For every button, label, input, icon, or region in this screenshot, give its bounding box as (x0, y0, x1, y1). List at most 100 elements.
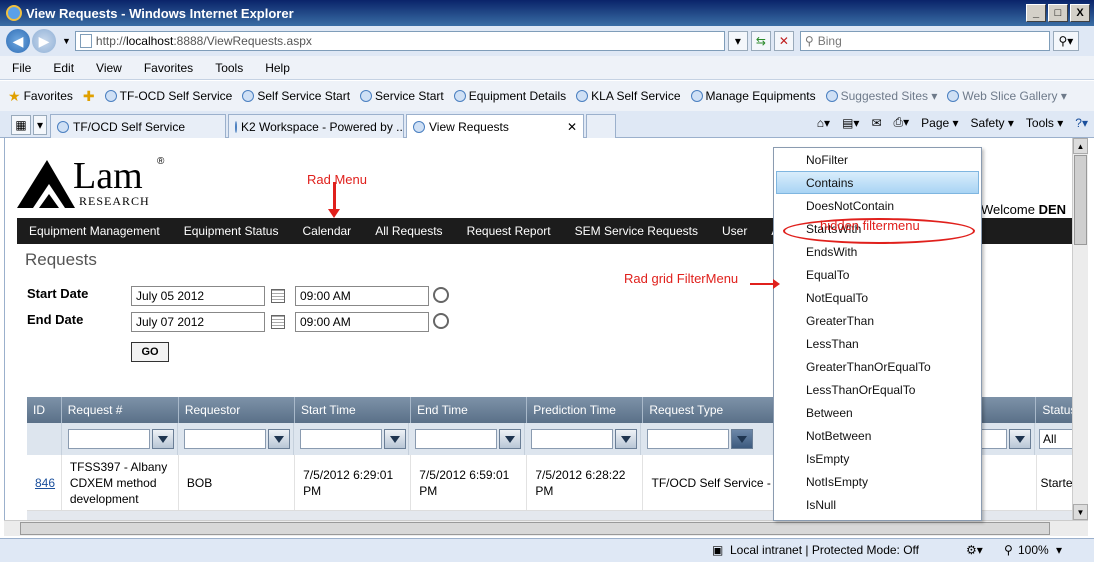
filter-option-nofilter[interactable]: NoFilter (774, 148, 981, 171)
fav-item[interactable]: TF-OCD Self Service (104, 89, 232, 103)
menu-calendar[interactable]: Calendar (290, 224, 363, 238)
filter-option-between[interactable]: Between (774, 401, 981, 424)
menu-equipment-management[interactable]: Equipment Management (17, 224, 172, 238)
print-icon[interactable]: ⎙▾ (894, 115, 910, 130)
search-input[interactable]: ⚲ Bing (799, 31, 1050, 51)
fav-item[interactable]: Service Start (360, 89, 444, 103)
filter-input[interactable] (531, 429, 614, 449)
filter-option-contains[interactable]: Contains (776, 171, 979, 194)
page-menu[interactable]: Page ▾ (921, 116, 958, 130)
start-date-input[interactable]: July 05 2012 (131, 286, 265, 306)
scroll-down-icon[interactable]: ▼ (1073, 504, 1088, 520)
col-header-prediction-time[interactable]: Prediction Time (527, 397, 644, 423)
calendar-icon[interactable] (271, 315, 285, 329)
fav-item[interactable]: KLA Self Service (576, 89, 681, 103)
fav-item[interactable]: Equipment Details (453, 89, 566, 103)
tab-tfocd[interactable]: TF/OCD Self Service (50, 114, 226, 138)
menu-edit[interactable]: Edit (53, 61, 74, 75)
filter-input[interactable] (415, 429, 498, 449)
status-filter-select[interactable]: All (1039, 429, 1072, 449)
col-header-request[interactable]: Request # (62, 397, 179, 423)
fav-item[interactable]: Manage Equipments (690, 89, 816, 103)
clock-icon[interactable] (433, 313, 449, 329)
filter-option-greaterthan[interactable]: GreaterThan (774, 309, 981, 332)
filter-input[interactable] (184, 429, 267, 449)
end-time-input[interactable]: 09:00 AM (295, 312, 429, 332)
col-header-id[interactable]: ID (27, 397, 62, 423)
favorites-button[interactable]: ★ Favorites (8, 88, 73, 105)
address-dropdown-button[interactable]: ▾ (727, 31, 748, 51)
clock-icon[interactable] (433, 287, 449, 303)
fav-item[interactable]: Self Service Start (242, 89, 350, 103)
filter-button[interactable] (615, 429, 638, 449)
quick-tabs-icon[interactable]: ▦ (11, 115, 31, 135)
filter-option-notbetween[interactable]: NotBetween (774, 424, 981, 447)
close-tab-icon[interactable]: ✕ (567, 120, 577, 134)
home-icon[interactable]: ⌂▾ (817, 116, 830, 130)
minimize-button[interactable]: _ (1026, 4, 1046, 22)
feeds-icon[interactable]: ▤▾ (842, 116, 859, 130)
refresh-button[interactable]: ⇆ (750, 31, 771, 51)
col-header-status[interactable]: Status (1036, 397, 1072, 423)
tools-menu[interactable]: Tools ▾ (1026, 116, 1063, 130)
vertical-scrollbar[interactable]: ▲ ▼ (1072, 138, 1088, 520)
close-window-button[interactable]: X (1070, 4, 1090, 22)
security-zone[interactable]: Local intranet | Protected Mode: Off (730, 543, 919, 557)
menu-sem-service-requests[interactable]: SEM Service Requests (563, 224, 710, 238)
filter-button[interactable] (268, 429, 291, 449)
filter-option-notequalto[interactable]: NotEqualTo (774, 286, 981, 309)
tab-k2[interactable]: K2 Workspace - Powered by ... (228, 114, 404, 138)
menu-user[interactable]: User (710, 224, 759, 238)
forward-button[interactable]: ▶ (32, 29, 56, 53)
protected-mode-icon[interactable]: ⚙▾ (966, 543, 983, 557)
filter-option-doesnotcontain[interactable]: DoesNotContain (774, 194, 981, 217)
filter-button[interactable] (151, 429, 174, 449)
scroll-thumb-horizontal[interactable] (20, 522, 1050, 535)
filter-option-notisempty[interactable]: NotIsEmpty (774, 470, 981, 493)
zoom-level[interactable]: 100% (1018, 543, 1049, 557)
suggested-sites[interactable]: Suggested Sites ▾ (825, 89, 937, 103)
col-header-end-time[interactable]: End Time (411, 397, 528, 423)
stop-button[interactable]: ✕ (773, 31, 794, 51)
filter-option-greaterthanorequalto[interactable]: GreaterThanOrEqualTo (774, 355, 981, 378)
menu-favorites[interactable]: Favorites (144, 61, 193, 75)
menu-request-report[interactable]: Request Report (455, 224, 563, 238)
address-bar[interactable]: http://localhost:8888/ViewRequests.aspx (74, 31, 725, 51)
filter-input[interactable] (646, 429, 729, 449)
mail-icon[interactable]: ✉ (871, 116, 881, 130)
menu-file[interactable]: File (12, 61, 31, 75)
scroll-up-icon[interactable]: ▲ (1073, 138, 1088, 154)
col-header-start-time[interactable]: Start Time (295, 397, 412, 423)
search-button[interactable]: ⚲▾ (1052, 31, 1079, 51)
add-favorite-icon[interactable]: ✚ (83, 88, 95, 105)
zoom-dropdown-icon[interactable]: ▾ (1056, 543, 1062, 557)
go-button[interactable]: GO (131, 342, 169, 362)
request-id-link[interactable]: 846 (35, 475, 55, 491)
menu-equipment-status[interactable]: Equipment Status (172, 224, 291, 238)
menu-all-requests[interactable]: All Requests (363, 224, 454, 238)
help-icon[interactable]: ?▾ (1075, 116, 1088, 130)
filter-option-lessthanorequalto[interactable]: LessThanOrEqualTo (774, 378, 981, 401)
start-time-input[interactable]: 09:00 AM (295, 286, 429, 306)
filter-input[interactable] (67, 429, 150, 449)
filter-input[interactable] (299, 429, 382, 449)
menu-view[interactable]: View (96, 61, 122, 75)
col-header-requestor[interactable]: Requestor (179, 397, 295, 423)
end-date-input[interactable]: July 07 2012 (131, 312, 265, 332)
web-slice-gallery[interactable]: Web Slice Gallery ▾ (947, 89, 1067, 103)
horizontal-scrollbar[interactable] (4, 520, 1088, 536)
maximize-button[interactable]: □ (1048, 4, 1068, 22)
menu-tools[interactable]: Tools (215, 61, 243, 75)
calendar-icon[interactable] (271, 289, 285, 303)
tab-list-dropdown[interactable]: ▾ (33, 115, 47, 135)
history-dropdown-icon[interactable]: ▼ (62, 36, 71, 46)
safety-menu[interactable]: Safety ▾ (971, 116, 1014, 130)
filter-button-active[interactable] (730, 429, 753, 449)
tab-view-requests[interactable]: View Requests ✕ (406, 114, 584, 138)
filter-button[interactable] (499, 429, 522, 449)
menu-help[interactable]: Help (265, 61, 290, 75)
filter-option-isnull[interactable]: IsNull (774, 493, 981, 516)
filter-option-lessthan[interactable]: LessThan (774, 332, 981, 355)
filter-button[interactable] (1008, 429, 1031, 449)
filter-option-equalto[interactable]: EqualTo (774, 263, 981, 286)
